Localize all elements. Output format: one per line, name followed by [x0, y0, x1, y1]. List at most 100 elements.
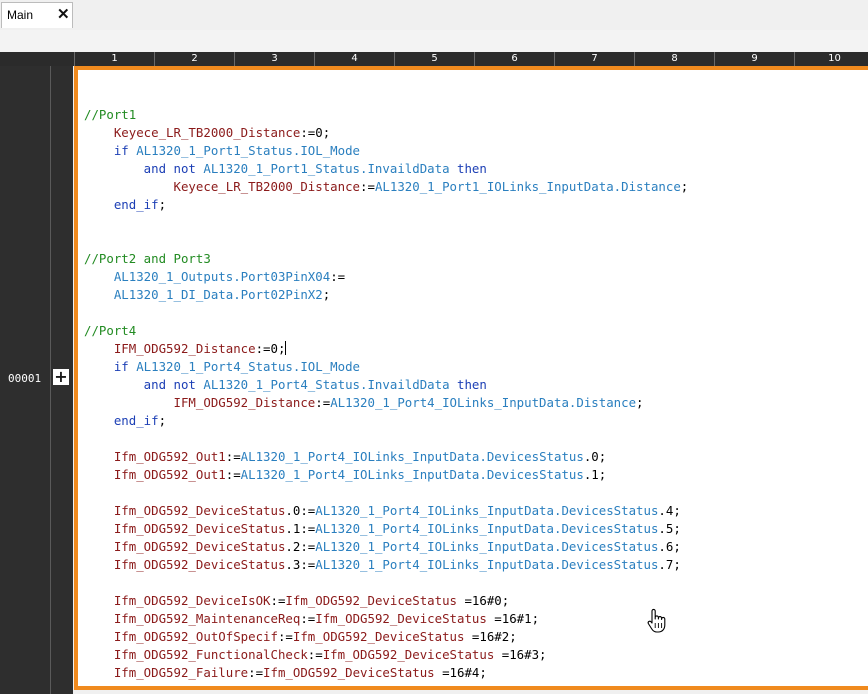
code-token: AL1320_1_Port4_IOLinks_InputData.Devices…	[240, 449, 584, 464]
column-number: 5	[394, 52, 474, 66]
expand-plus-icon[interactable]: +	[53, 369, 69, 385]
code-token: Ifm_ODG592_Out1	[84, 467, 226, 482]
code-line[interactable]: and not AL1320_1_Port4_Status.InvaildDat…	[84, 376, 688, 394]
code-line[interactable]: Ifm_ODG592_MaintenanceReq:=Ifm_ODG592_De…	[84, 610, 688, 628]
code-line[interactable]: AL1320_1_Outputs.Port03PinX04:=	[84, 268, 688, 286]
code-token: then	[449, 377, 487, 392]
code-token: AL1320_1_Port1_Status.IOL_Mode	[136, 143, 361, 158]
code-line[interactable]: Ifm_ODG592_Out1:=AL1320_1_Port4_IOLinks_…	[84, 466, 688, 484]
column-number: 2	[154, 52, 234, 66]
code-token: :=	[248, 665, 264, 680]
code-token: AL1320_1_DI_Data.Port02PinX2	[84, 287, 323, 302]
code-token: :=0;	[300, 125, 331, 140]
code-line[interactable]: end_if;	[84, 412, 688, 430]
code-token: :=	[300, 611, 316, 626]
code-token: Keyece_LR_TB2000_Distance	[84, 179, 361, 194]
code-token: and not	[84, 377, 204, 392]
code-token: IFM_ODG592_Distance	[84, 395, 316, 410]
row-gutter: 00001	[0, 66, 51, 694]
code-line[interactable]: Ifm_ODG592_Out1:=AL1320_1_Port4_IOLinks_…	[84, 448, 688, 466]
code-token: //Port1	[84, 107, 137, 122]
code-line[interactable]: Keyece_LR_TB2000_Distance:=AL1320_1_Port…	[84, 178, 689, 196]
code-token: =16#0;	[457, 593, 510, 608]
code-line[interactable]	[84, 88, 688, 106]
code-token: if	[84, 143, 137, 158]
code-token: :=0;	[255, 341, 286, 356]
hand-pointer-icon	[647, 608, 666, 633]
tab-main[interactable]: Main ✕	[1, 2, 73, 28]
code-token: .1:=	[285, 521, 316, 536]
code-line[interactable]: if AL1320_1_Port1_Status.IOL_Mode	[84, 142, 688, 160]
code-token: :=	[277, 629, 293, 644]
code-token: :=	[330, 269, 346, 284]
tab-main-label: Main	[7, 8, 34, 22]
code-line[interactable]	[84, 214, 688, 232]
code-line[interactable]: Ifm_ODG592_DeviceStatus.3:=AL1320_1_Port…	[84, 556, 688, 574]
code-token: then	[449, 161, 487, 176]
code-token: //Port4	[84, 323, 137, 338]
code-token: .4;	[658, 503, 681, 518]
code-line[interactable]: //Port4	[84, 322, 688, 340]
code-line[interactable]	[84, 430, 688, 448]
code-token: Ifm_ODG592_DeviceStatus	[84, 521, 286, 536]
column-number: 4	[314, 52, 394, 66]
code-token: AL1320_1_Port4_IOLinks_InputData.Devices…	[315, 539, 659, 554]
code-area[interactable]: //Port1 Keyece_LR_TB2000_Distance:=0; if…	[84, 88, 688, 682]
code-line[interactable]: //Port1	[84, 106, 688, 124]
code-line[interactable]: end_if;	[84, 196, 688, 214]
text-caret	[285, 341, 287, 355]
tab-bar: Main ✕	[0, 0, 868, 31]
code-token: ;	[158, 413, 167, 428]
code-token: Keyece_LR_TB2000_Distance	[84, 125, 301, 140]
tab-close-icon[interactable]: ✕	[57, 5, 70, 23]
code-token: Ifm_ODG592_DeviceStatus	[84, 503, 286, 518]
code-token: :=	[225, 467, 241, 482]
code-token: Ifm_ODG592_DeviceStatus	[84, 557, 286, 572]
code-line[interactable]: and not AL1320_1_Port1_Status.InvaildDat…	[84, 160, 688, 178]
column-number: 8	[634, 52, 714, 66]
code-token: Ifm_ODG592_DeviceStatus	[84, 539, 286, 554]
code-line[interactable]: Ifm_ODG592_FunctionalCheck:=Ifm_ODG592_D…	[84, 646, 688, 664]
code-token: :=	[225, 449, 241, 464]
code-line[interactable]: Ifm_ODG592_DeviceStatus.0:=AL1320_1_Port…	[84, 502, 688, 520]
code-token: .0:=	[285, 503, 316, 518]
code-line[interactable]	[84, 574, 688, 592]
code-token: .2:=	[285, 539, 316, 554]
code-token: AL1320_1_Port1_Status.InvaildData	[203, 161, 450, 176]
code-line[interactable]: Ifm_ODG592_DeviceStatus.1:=AL1320_1_Port…	[84, 520, 688, 538]
code-token: :=	[307, 647, 323, 662]
code-token: AL1320_1_Port4_IOLinks_InputData.Devices…	[240, 467, 584, 482]
code-line[interactable]: Ifm_ODG592_DeviceIsOK:=Ifm_ODG592_Device…	[84, 592, 688, 610]
code-token: .0;	[583, 449, 607, 464]
code-line[interactable]	[84, 304, 688, 322]
code-line[interactable]: IFM_ODG592_Distance:=AL1320_1_Port4_IOLi…	[84, 394, 688, 412]
code-line[interactable]	[84, 484, 688, 502]
code-line[interactable]: Ifm_ODG592_DeviceStatus.2:=AL1320_1_Port…	[84, 538, 688, 556]
code-line[interactable]	[84, 232, 688, 250]
code-line[interactable]: //Port2 and Port3	[84, 250, 688, 268]
code-token: =16#1;	[486, 611, 540, 626]
code-token: Ifm_ODG592_DeviceStatus	[263, 665, 435, 680]
code-token: IFM_ODG592_Distance	[84, 341, 256, 356]
code-token: AL1320_1_Port1_IOLinks_InputData.Distanc…	[374, 179, 681, 194]
row-number: 00001	[8, 372, 42, 385]
code-line[interactable]: IFM_ODG592_Distance:=0;	[84, 340, 688, 358]
code-token: AL1320_1_Port4_Status.InvaildData	[203, 377, 450, 392]
code-line[interactable]: AL1320_1_DI_Data.Port02PinX2;	[84, 286, 688, 304]
code-token: =16#2;	[464, 629, 517, 644]
code-token: Ifm_ODG592_OutOfSpecif	[84, 629, 278, 644]
code-editor[interactable]: //Port1 Keyece_LR_TB2000_Distance:=0; if…	[74, 66, 868, 690]
code-line[interactable]: Ifm_ODG592_OutOfSpecif:=Ifm_ODG592_Devic…	[84, 628, 688, 646]
code-line[interactable]: Ifm_ODG592_Failure:=Ifm_ODG592_DeviceSta…	[84, 664, 688, 682]
code-token: .6;	[658, 539, 681, 554]
code-token: AL1320_1_Port4_Status.IOL_Mode	[136, 359, 361, 374]
code-token: AL1320_1_Outputs.Port03PinX04	[84, 269, 331, 284]
code-token: AL1320_1_Port4_IOLinks_InputData.Devices…	[315, 521, 659, 536]
column-number: 6	[474, 52, 554, 66]
code-token: AL1320_1_Port4_IOLinks_InputData.Devices…	[315, 557, 659, 572]
code-line[interactable]: if AL1320_1_Port4_Status.IOL_Mode	[84, 358, 688, 376]
code-token: end_if	[84, 197, 159, 212]
code-token: ;	[680, 179, 689, 194]
code-line[interactable]: Keyece_LR_TB2000_Distance:=0;	[84, 124, 688, 142]
code-token: .5;	[658, 521, 681, 536]
